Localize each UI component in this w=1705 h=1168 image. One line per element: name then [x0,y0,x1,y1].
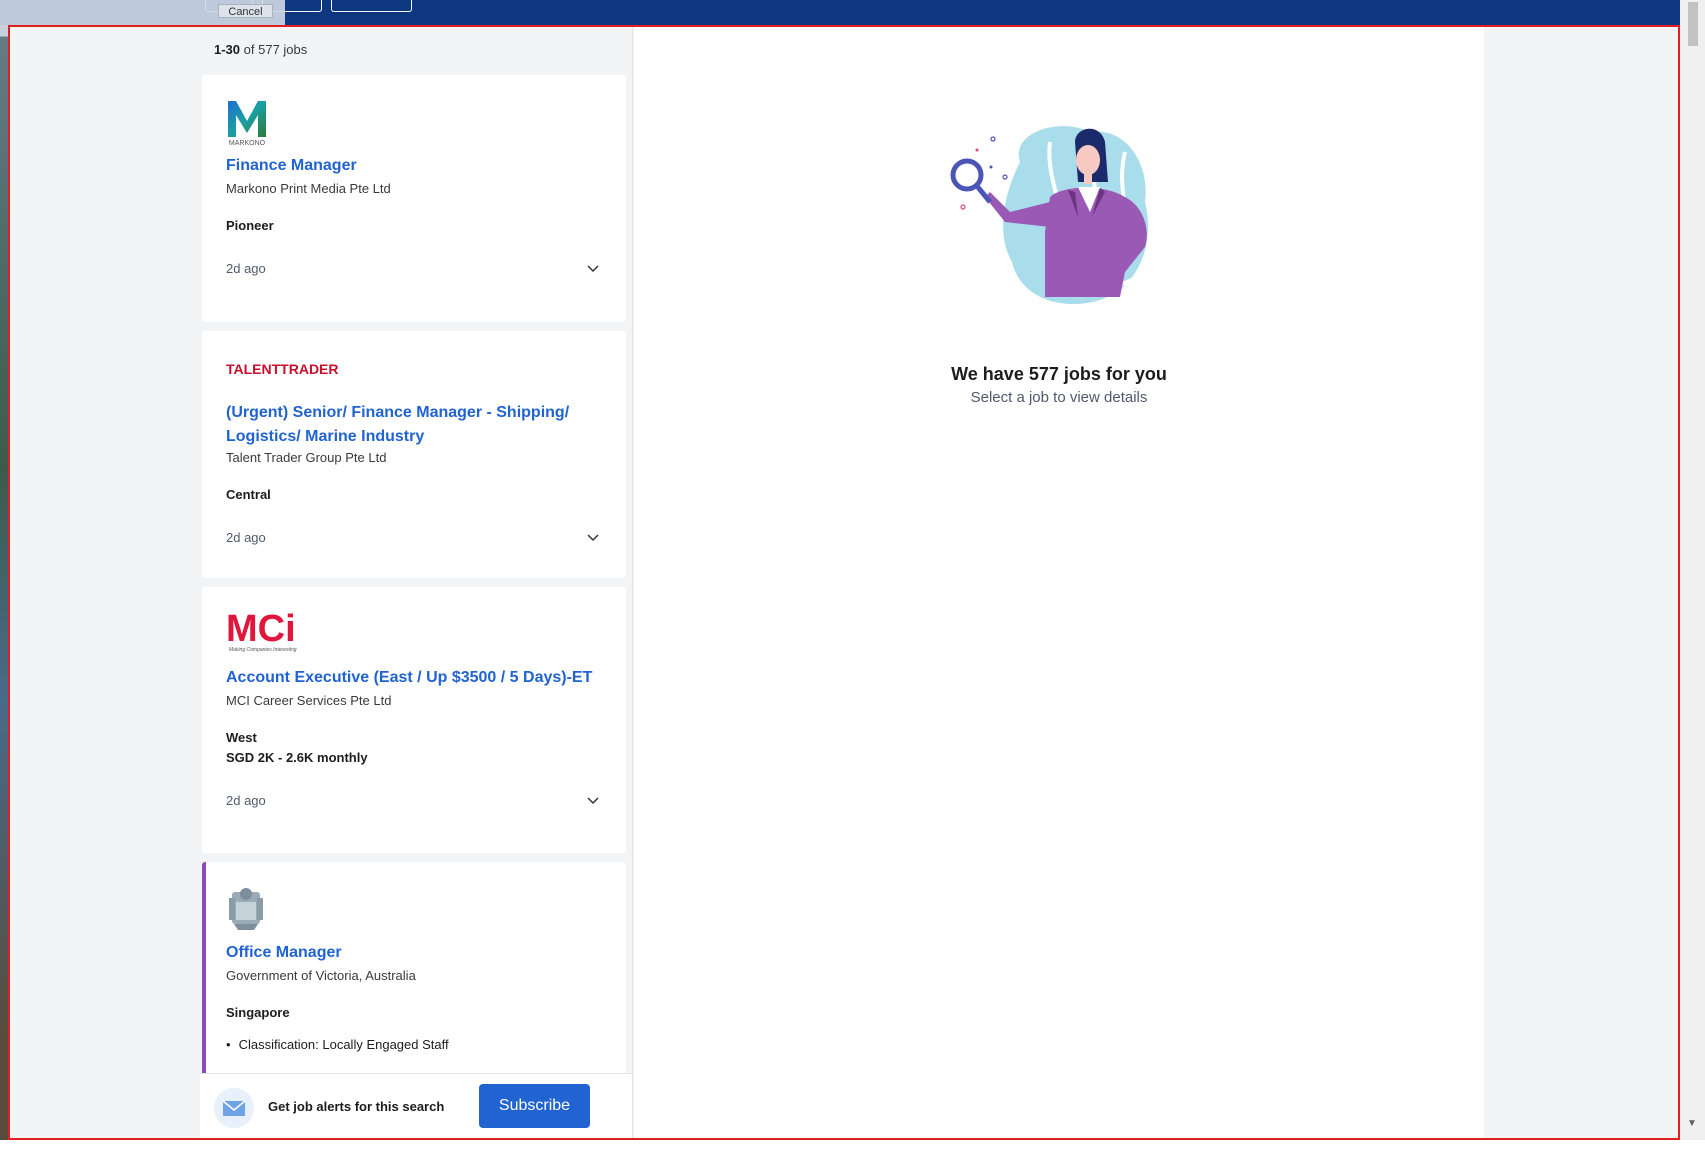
results-range: 1-30 [214,42,241,57]
header-button[interactable] [331,0,412,12]
job-title-link[interactable]: (Urgent) Senior/ Finance Manager - Shipp… [226,401,606,449]
job-title-link[interactable]: Office Manager [226,941,606,965]
job-list-column: 1-30 of 577 jobs MARKONO Finance Manager… [200,27,633,1138]
job-detail-panel: We have 577 jobs for you Select a job to… [634,27,1484,1138]
company-name[interactable]: Talent Trader Group Pte Ltd [226,450,386,465]
scrollbar-thumb[interactable] [1688,2,1698,46]
woman-with-magnifier-illustration [950,122,1170,327]
company-logo-talenttrader: TALENTTRADER [226,359,346,384]
job-highlight-bullet: Classification: Locally Engaged Staff [226,1037,449,1052]
job-location: Singapore [226,1005,290,1020]
job-card[interactable]: MCi Making Companies Interesting Account… [202,587,626,853]
markono-wordmark: MARKONO [229,140,266,147]
job-card[interactable]: TALENTTRADER (Urgent) Senior/ Finance Ma… [202,331,626,578]
chevron-down-icon[interactable] [586,794,600,808]
page-scrollbar[interactable]: ▼ [1680,0,1705,1140]
desktop-background-strip [0,0,8,1168]
posted-date: 2d ago [226,793,266,808]
mci-wordmark: MCi [226,609,296,650]
job-title-link[interactable]: Finance Manager [226,154,606,178]
company-logo-markono: MARKONO [226,97,268,152]
search-results-page: 1-30 of 577 jobs MARKONO Finance Manager… [10,27,1678,1138]
company-logo-mci: MCi Making Companies Interesting [226,608,316,659]
job-location: West [226,730,257,745]
scroll-down-arrow-icon[interactable]: ▼ [1687,1118,1697,1129]
results-total: of 577 jobs [243,42,308,57]
page-gutter [1484,27,1678,1138]
company-name[interactable]: Government of Victoria, Australia [226,968,416,983]
company-name[interactable]: MCI Career Services Pte Ltd [226,693,391,708]
subscribe-button[interactable]: Subscribe [479,1084,590,1128]
mci-tagline: Making Companies Interesting [229,647,297,653]
chevron-down-icon[interactable] [586,262,600,276]
cancel-button[interactable]: Cancel [218,4,273,18]
job-salary: SGD 2K - 2.6K monthly [226,750,368,765]
chevron-down-icon[interactable] [586,531,600,545]
job-location: Pioneer [226,218,274,233]
job-card[interactable]: MARKONO Finance Manager Markono Print Me… [202,75,626,322]
company-logo-victoria-crest [226,884,266,939]
empty-state-title: We have 577 jobs for you [951,364,1167,384]
mail-icon [214,1088,254,1128]
window-bottom-edge [0,1140,1705,1168]
empty-state-subtitle: Select a job to view details [970,389,1148,406]
job-alerts-bar: Get job alerts for this search Subscribe [200,1073,632,1138]
posted-date: 2d ago [226,261,266,276]
posted-date: 2d ago [226,530,266,545]
job-location: Central [226,487,271,502]
job-title-link[interactable]: Account Executive (East / Up $3500 / 5 D… [226,666,606,690]
company-name[interactable]: Markono Print Media Pte Ltd [226,181,391,196]
alerts-label: Get job alerts for this search [268,1099,445,1114]
results-count: 1-30 of 577 jobs [214,42,307,57]
talenttrader-wordmark: TALENTTRADER [226,361,339,377]
